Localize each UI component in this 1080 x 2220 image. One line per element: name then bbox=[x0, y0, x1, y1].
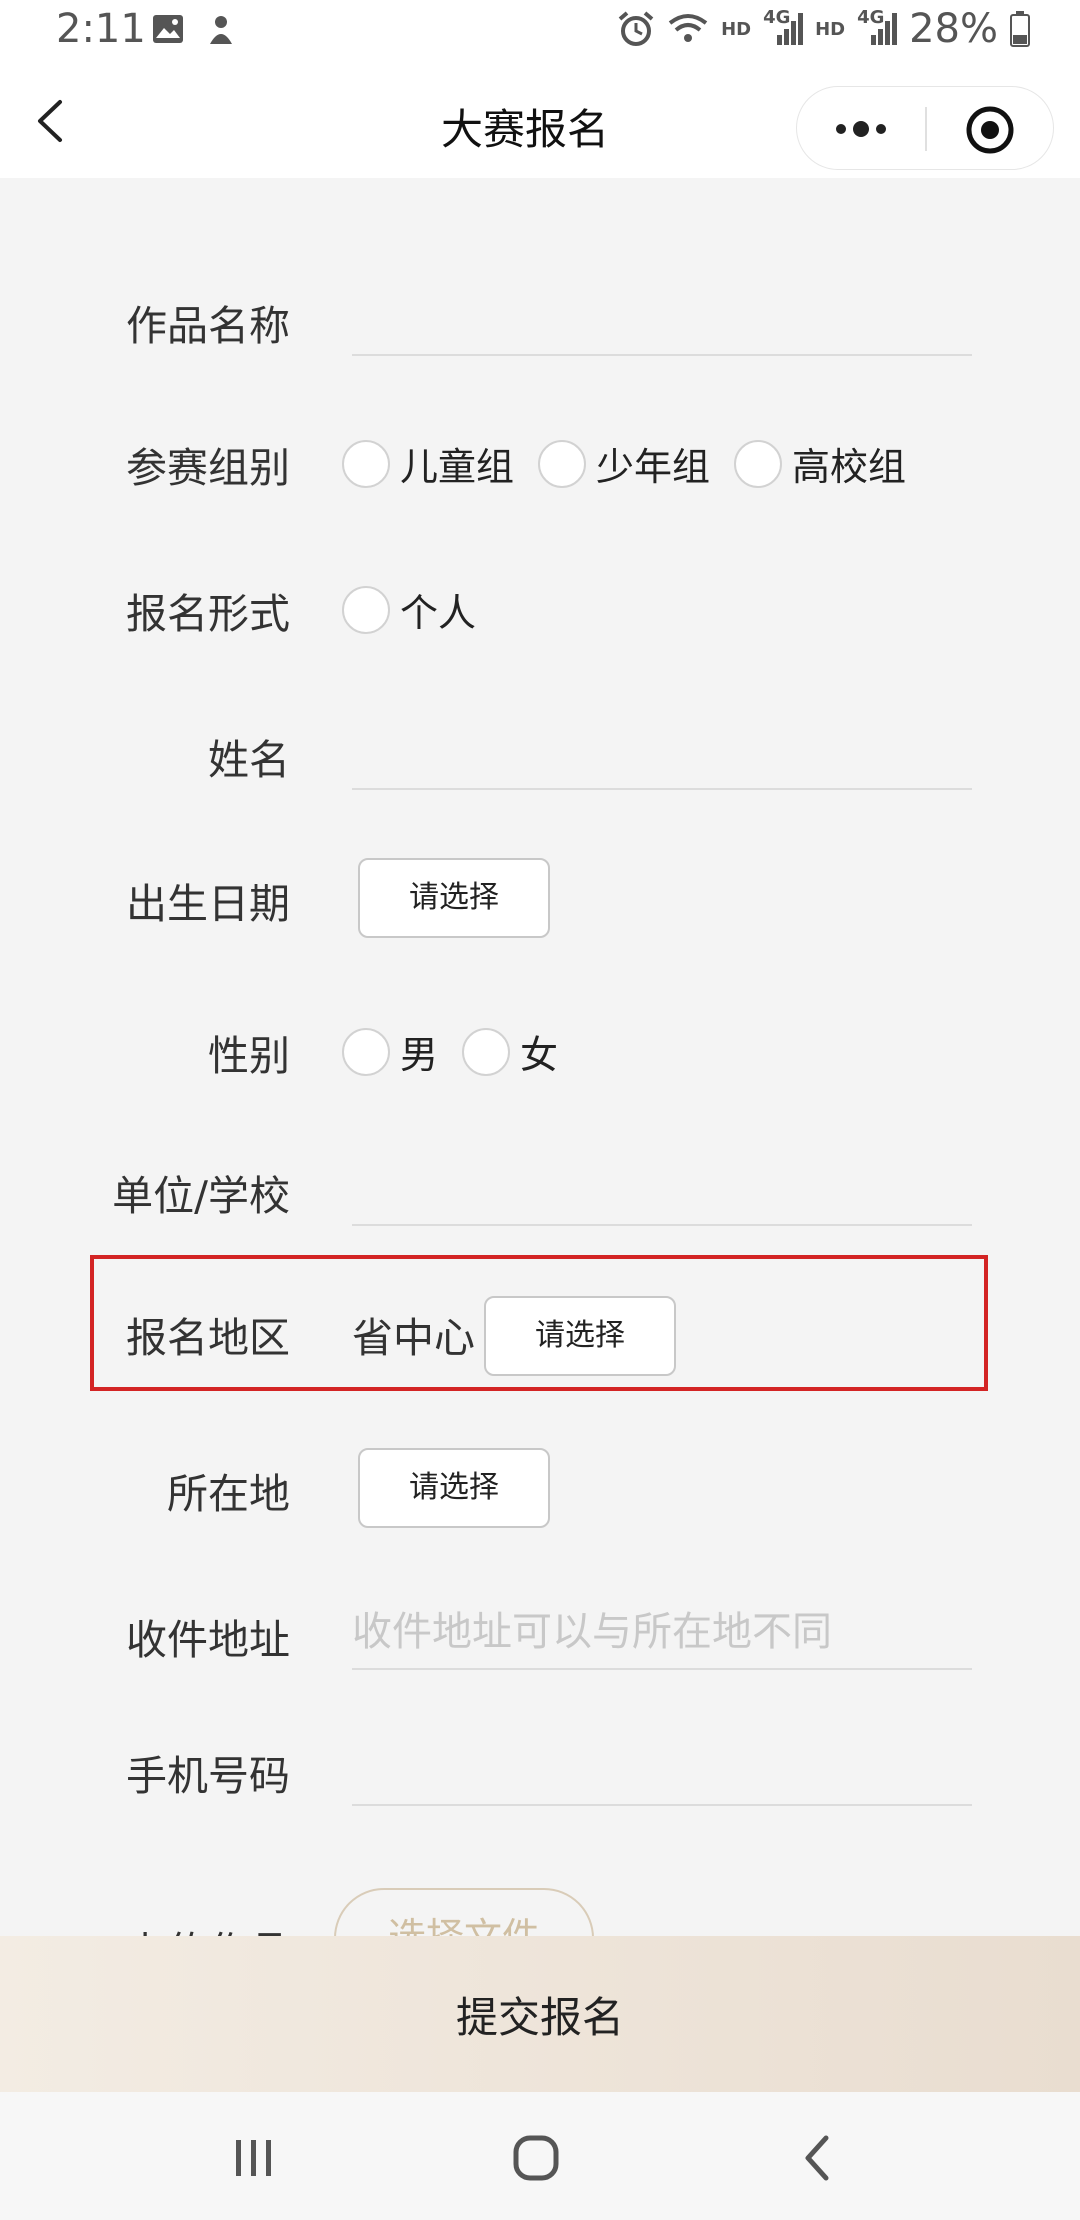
nav-bar: 大赛报名 bbox=[0, 66, 1080, 178]
location-row: 所在地 请选择 bbox=[0, 1438, 1080, 1538]
hd-label-1: HD bbox=[721, 18, 752, 40]
location-picker-button[interactable]: 请选择 bbox=[358, 1448, 550, 1528]
submit-button[interactable]: 提交报名 bbox=[0, 1936, 1080, 2092]
alarm-icon bbox=[618, 11, 654, 46]
submit-label: 提交报名 bbox=[455, 1993, 624, 2042]
school-input[interactable] bbox=[352, 1152, 972, 1226]
birth-date-row: 出生日期 请选择 bbox=[0, 848, 1080, 948]
entry-type-row: 报名形式 个人 bbox=[0, 558, 1080, 658]
gender-label: 性别 bbox=[208, 1032, 290, 1080]
group-row: 参赛组别 儿童组 少年组 高校组 bbox=[0, 412, 1080, 512]
battery-percent: 28% bbox=[909, 6, 998, 52]
back-icon[interactable] bbox=[798, 2134, 838, 2182]
phone-input[interactable] bbox=[352, 1732, 972, 1806]
hd-label-2: HD bbox=[815, 18, 846, 40]
region-label: 报名地区 bbox=[126, 1314, 290, 1362]
group-radio-group: 儿童组 少年组 高校组 bbox=[342, 436, 930, 491]
region-value: 省中心 bbox=[352, 1314, 475, 1362]
radio-college-label[interactable]: 高校组 bbox=[792, 436, 906, 491]
status-bar: 2:11 HD 4G HD 4G 28% bbox=[0, 0, 1080, 66]
birth-date-label: 出生日期 bbox=[126, 880, 290, 928]
capsule-divider bbox=[925, 107, 927, 151]
school-label: 单位/学校 bbox=[112, 1172, 290, 1220]
group-label: 参赛组别 bbox=[126, 444, 290, 492]
radio-children[interactable] bbox=[342, 439, 390, 488]
address-label: 收件地址 bbox=[126, 1616, 290, 1664]
wifi-icon bbox=[668, 14, 708, 42]
app-notification-icon bbox=[210, 16, 232, 44]
system-navigation-bar bbox=[0, 2092, 1080, 2220]
name-label: 姓名 bbox=[208, 736, 290, 784]
work-name-input[interactable] bbox=[352, 282, 972, 356]
gender-row: 性别 男 女 bbox=[0, 1000, 1080, 1100]
entry-type-radio-group: 个人 bbox=[342, 582, 500, 637]
signal-icon bbox=[777, 13, 804, 45]
phone-row: 手机号码 bbox=[0, 1720, 1080, 1820]
radio-male[interactable] bbox=[342, 1027, 390, 1076]
phone-label: 手机号码 bbox=[126, 1752, 290, 1800]
radio-teen[interactable] bbox=[538, 439, 587, 488]
mini-program-capsule bbox=[796, 86, 1054, 170]
region-row: 报名地区 省中心 请选择 bbox=[0, 1282, 1080, 1382]
radio-individual[interactable] bbox=[342, 585, 390, 634]
work-name-row: 作品名称 bbox=[0, 270, 1080, 370]
radio-college[interactable] bbox=[734, 439, 783, 488]
radio-female-label[interactable]: 女 bbox=[520, 1024, 558, 1079]
status-time: 2:11 bbox=[56, 6, 146, 52]
region-picker-button[interactable]: 请选择 bbox=[484, 1296, 676, 1376]
name-row: 姓名 bbox=[0, 704, 1080, 804]
gender-radio-group: 男 女 bbox=[342, 1024, 582, 1079]
birth-date-picker-button[interactable]: 请选择 bbox=[358, 858, 550, 938]
address-input[interactable]: 收件地址可以与所在地不同 bbox=[352, 1596, 972, 1670]
name-input[interactable] bbox=[352, 716, 972, 790]
signal-1: 4G bbox=[763, 7, 804, 47]
gallery-icon bbox=[153, 15, 183, 43]
recent-apps-icon[interactable] bbox=[230, 2136, 278, 2180]
radio-male-label[interactable]: 男 bbox=[400, 1024, 438, 1079]
battery-icon bbox=[1010, 11, 1030, 47]
signal-icon bbox=[871, 13, 898, 45]
location-label: 所在地 bbox=[167, 1470, 290, 1518]
entry-type-label: 报名形式 bbox=[126, 590, 290, 638]
more-icon[interactable] bbox=[831, 109, 891, 149]
radio-teen-label[interactable]: 少年组 bbox=[596, 436, 710, 491]
school-row: 单位/学校 bbox=[0, 1140, 1080, 1240]
work-name-label: 作品名称 bbox=[126, 302, 290, 350]
radio-individual-label[interactable]: 个人 bbox=[400, 582, 476, 637]
signal-2: 4G bbox=[857, 7, 898, 47]
home-icon[interactable] bbox=[512, 2134, 560, 2182]
address-row: 收件地址 收件地址可以与所在地不同 bbox=[0, 1584, 1080, 1684]
close-miniprogram-icon[interactable] bbox=[965, 105, 1015, 155]
radio-children-label[interactable]: 儿童组 bbox=[400, 436, 514, 491]
radio-female[interactable] bbox=[462, 1027, 511, 1076]
